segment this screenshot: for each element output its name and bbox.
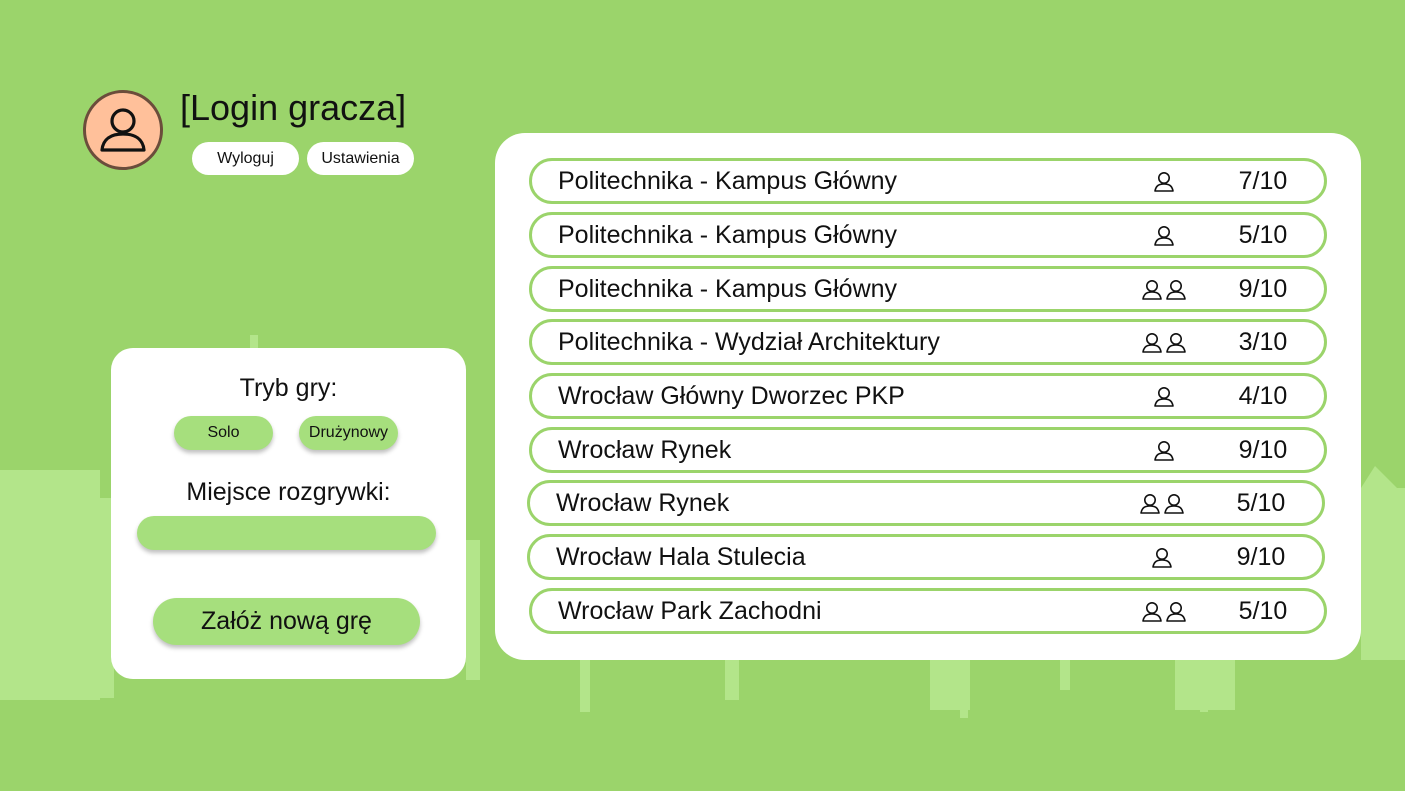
game-location-name: Wrocław Rynek: [558, 436, 732, 464]
player-count: 5/10: [1238, 597, 1288, 625]
game-list-item[interactable]: Wrocław Rynek 9/10: [529, 427, 1327, 473]
two-users-icon: [1142, 280, 1186, 300]
player-count: 3/10: [1238, 328, 1288, 356]
team-mode-button[interactable]: Drużynowy: [299, 416, 398, 450]
game-location-name: Wrocław Rynek: [556, 489, 730, 517]
game-list-item[interactable]: Wrocław Główny Dworzec PKP 4/10: [529, 373, 1327, 419]
game-list-item[interactable]: Politechnika - Kampus Główny 5/10: [529, 212, 1327, 258]
user-avatar: [83, 90, 163, 170]
game-list-item[interactable]: Wrocław Rynek 5/10: [527, 480, 1325, 526]
game-location-name: Wrocław Park Zachodni: [558, 597, 822, 625]
game-list-item[interactable]: Politechnika - Kampus Główny 7/10: [529, 158, 1327, 204]
single-user-icon: [1154, 387, 1174, 407]
solo-mode-button[interactable]: Solo: [174, 416, 273, 450]
game-list-item[interactable]: Wrocław Hala Stulecia 9/10: [527, 534, 1325, 580]
two-users-icon: [1142, 602, 1186, 622]
game-list-panel: Politechnika - Kampus Główny 7/10 Politech…: [495, 133, 1361, 660]
play-location-label: Miejsce rozgrywki:: [186, 478, 391, 506]
settings-button[interactable]: Ustawienia: [307, 142, 414, 175]
player-count: 7/10: [1238, 167, 1288, 195]
game-list-item[interactable]: Politechnika - Kampus Główny 9/10: [529, 266, 1327, 312]
two-users-icon: [1140, 494, 1184, 514]
game-location-name: Wrocław Hala Stulecia: [556, 543, 806, 571]
game-list-item[interactable]: Politechnika - Wydział Architektury 3/10: [529, 319, 1327, 365]
single-user-icon: [1154, 172, 1174, 192]
create-new-game-button[interactable]: Załóż nową grę: [153, 598, 420, 645]
game-location-name: Politechnika - Kampus Główny: [558, 167, 898, 195]
game-list-item[interactable]: Wrocław Park Zachodni 5/10: [529, 588, 1327, 634]
player-login: [Login gracza]: [180, 87, 407, 128]
single-user-icon: [1152, 548, 1172, 568]
user-icon: [100, 108, 146, 152]
game-location-name: Politechnika - Kampus Główny: [558, 221, 898, 249]
play-location-input[interactable]: [137, 516, 436, 550]
game-location-name: Politechnika - Wydział Architektury: [558, 328, 940, 356]
game-location-name: Politechnika - Kampus Główny: [558, 275, 898, 303]
logout-button[interactable]: Wyloguj: [192, 142, 299, 175]
single-user-icon: [1154, 226, 1174, 246]
game-location-name: Wrocław Główny Dworzec PKP: [558, 382, 905, 410]
create-game-panel: Tryb gry: Solo Drużynowy Miejsce rozgryw…: [111, 348, 466, 679]
player-count: 5/10: [1236, 489, 1286, 517]
player-count: 5/10: [1238, 221, 1288, 249]
two-users-icon: [1142, 333, 1186, 353]
player-count: 9/10: [1238, 275, 1288, 303]
player-count: 9/10: [1236, 543, 1286, 571]
game-mode-label: Tryb gry:: [239, 374, 338, 402]
player-count: 9/10: [1238, 436, 1288, 464]
player-count: 4/10: [1238, 382, 1288, 410]
single-user-icon: [1154, 441, 1174, 461]
